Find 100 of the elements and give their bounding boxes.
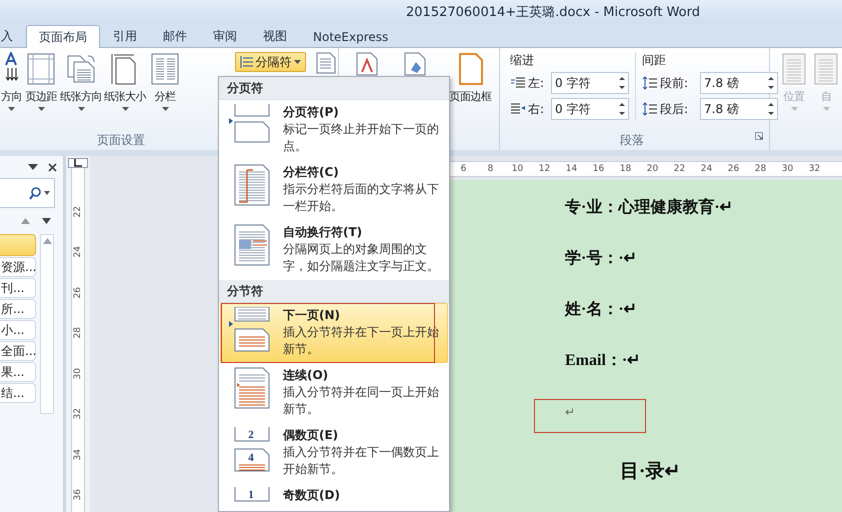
menu-section-header: 分节符: [219, 280, 449, 303]
ruler-number: 24: [700, 163, 714, 176]
ribbon-tab[interactable]: 引用: [100, 25, 150, 47]
ruler-number: 22: [73, 206, 83, 217]
ruler-number: 30: [73, 368, 83, 379]
search-field[interactable]: [0, 178, 55, 208]
menu-item-title: 奇数页(D): [283, 487, 341, 504]
spin-field[interactable]: 0 字符: [551, 98, 629, 120]
group-label: 段落: [620, 132, 644, 149]
section-title: 缩进: [510, 52, 535, 68]
menu-item[interactable]: 1 奇数页(D): [220, 483, 448, 509]
page-border-button[interactable]: 页面边框: [448, 52, 493, 104]
columns-button[interactable]: 分栏: [147, 52, 183, 111]
spinner-arrows-icon: [619, 76, 625, 90]
indent-icon: [510, 76, 526, 90]
ribbon-tab[interactable]: 页面布局: [26, 25, 100, 48]
caret-icon: [38, 107, 44, 111]
paragraph-text: Email：·↵: [565, 351, 642, 371]
field-label: 左:: [528, 74, 544, 92]
annotation-frame: ↵: [535, 400, 645, 432]
heading-text: 目·录↵: [619, 460, 682, 483]
breaks-icon: [240, 55, 254, 69]
ruler-number: 20: [646, 163, 660, 176]
ruler-number: 12: [538, 163, 552, 176]
ribbon-tab[interactable]: 视图: [250, 25, 300, 47]
ruler-number: 16: [592, 163, 606, 176]
caret-icon: [122, 107, 128, 111]
ruler-number: 32: [808, 163, 822, 176]
up-arrow-icon: [21, 218, 30, 224]
window-title: 201527060014+王英璐.docx - Microsoft Word: [406, 4, 700, 21]
spin-field[interactable]: 7.8 磅: [700, 72, 778, 94]
menu-item-description: 分隔网页上的对象周围的文字，如分隔题注文字与正文。: [283, 241, 440, 275]
orientation-button[interactable]: 纸张方向: [59, 52, 103, 111]
menu-item-description: 标记一页终止并开始下一页的点。: [283, 121, 440, 155]
ruler-number: 26: [73, 286, 83, 298]
menu-item[interactable]: 分栏符(C) 指示分栏符后面的文字将从下一栏开始。: [220, 160, 448, 220]
paragraph-text: 学·号：·↵: [565, 248, 638, 269]
menu-item[interactable]: 连续(O) 插入分节符并在同一页上开始新节。: [220, 363, 448, 423]
heading-item[interactable]: 小...: [0, 320, 36, 340]
breaks-button[interactable]: 分隔符: [234, 52, 306, 72]
ruler-number: 32: [73, 408, 83, 420]
heading-item[interactable]: 结...: [0, 383, 36, 403]
menu-item-title: 下一页(N): [283, 307, 342, 324]
scrollbar[interactable]: [40, 234, 54, 414]
menu-item[interactable]: 分页符(P) 标记一页终止并开始下一页的点。: [220, 100, 448, 160]
ribbon-tab[interactable]: NoteExpress: [300, 25, 402, 47]
field-label: 右:: [528, 100, 544, 118]
paragraph-text: 专·业：心理健康教育·↵: [565, 196, 734, 218]
menu-item-title: 偶数页(E): [283, 427, 340, 444]
paragraph-text: 姓·名：·↵: [565, 300, 638, 320]
heading-item[interactable]: 全面...: [0, 341, 36, 361]
ruler-number: 36: [73, 489, 83, 500]
ruler-number: 18: [618, 163, 632, 176]
ribbon-tab[interactable]: 入: [0, 25, 26, 47]
menu-item-title: 分栏符(C): [283, 164, 340, 181]
heading-item[interactable]: 果...: [0, 362, 36, 382]
caret-icon: [294, 60, 301, 64]
menu-item-description: 插入分节符并在下一偶数页上开始新节。: [283, 444, 440, 478]
line-spacing-icon: [642, 102, 658, 116]
heading-item[interactable]: 所...: [0, 299, 36, 319]
caret-icon: [790, 107, 798, 111]
tab-selector[interactable]: [68, 158, 88, 168]
size-button[interactable]: 纸张大小: [103, 52, 147, 111]
ruler-number: 26: [726, 163, 740, 176]
ribbon-tab[interactable]: 邮件: [150, 25, 200, 47]
ruler-number: 30: [780, 163, 794, 176]
menu-item-title: 连续(O): [283, 367, 330, 384]
caret-icon: [822, 107, 830, 111]
dropdown-arrow-icon: [28, 164, 38, 170]
spin-field[interactable]: 0 字符: [551, 72, 629, 94]
close-icon: [48, 162, 57, 172]
spin-field[interactable]: 7.8 磅: [700, 98, 778, 120]
caret-icon: [78, 107, 84, 111]
page-break-icon: [229, 307, 271, 353]
spinner-arrows-icon: [768, 76, 774, 90]
ruler-number: 24: [73, 246, 83, 258]
heading-item[interactable]: 刊...: [0, 278, 36, 298]
section-title: 间距: [642, 52, 667, 68]
ruler-number: 6: [460, 163, 468, 176]
text-direction-button[interactable]: 方向: [0, 52, 23, 111]
caret-icon: [8, 107, 15, 111]
ribbon-tab[interactable]: 审阅: [200, 25, 250, 47]
search-icon: [29, 186, 41, 200]
margins-button[interactable]: 页边距: [23, 52, 59, 111]
caret-icon: [162, 107, 168, 111]
tab-stop-icon: [74, 159, 82, 167]
menu-item-title: 自动换行符(T): [283, 224, 364, 241]
heading-item[interactable]: 资源...: [0, 257, 36, 277]
up-arrow-icon: [42, 238, 52, 244]
ruler-number: 28: [754, 163, 768, 176]
ruler-number: 14: [564, 163, 578, 176]
line-spacing-icon: [642, 76, 658, 90]
menu-item-description: 插入分节符并在同一页上开始新节。: [283, 384, 440, 418]
ruler-number: 10: [510, 163, 524, 176]
indent-icon: [510, 102, 526, 116]
menu-section-header: 分页符: [219, 77, 449, 100]
menu-item-description: 指示分栏符后面的文字将从下一栏开始。: [283, 181, 440, 215]
menu-item[interactable]: 2 4 偶数页(E) 插入分节符并在下一偶数页上开始新节。: [220, 423, 448, 483]
menu-item[interactable]: 自动换行符(T) 分隔网页上的对象周围的文字，如分隔题注文字与正文。: [220, 220, 448, 280]
menu-item-title: 分页符(P): [283, 104, 340, 121]
